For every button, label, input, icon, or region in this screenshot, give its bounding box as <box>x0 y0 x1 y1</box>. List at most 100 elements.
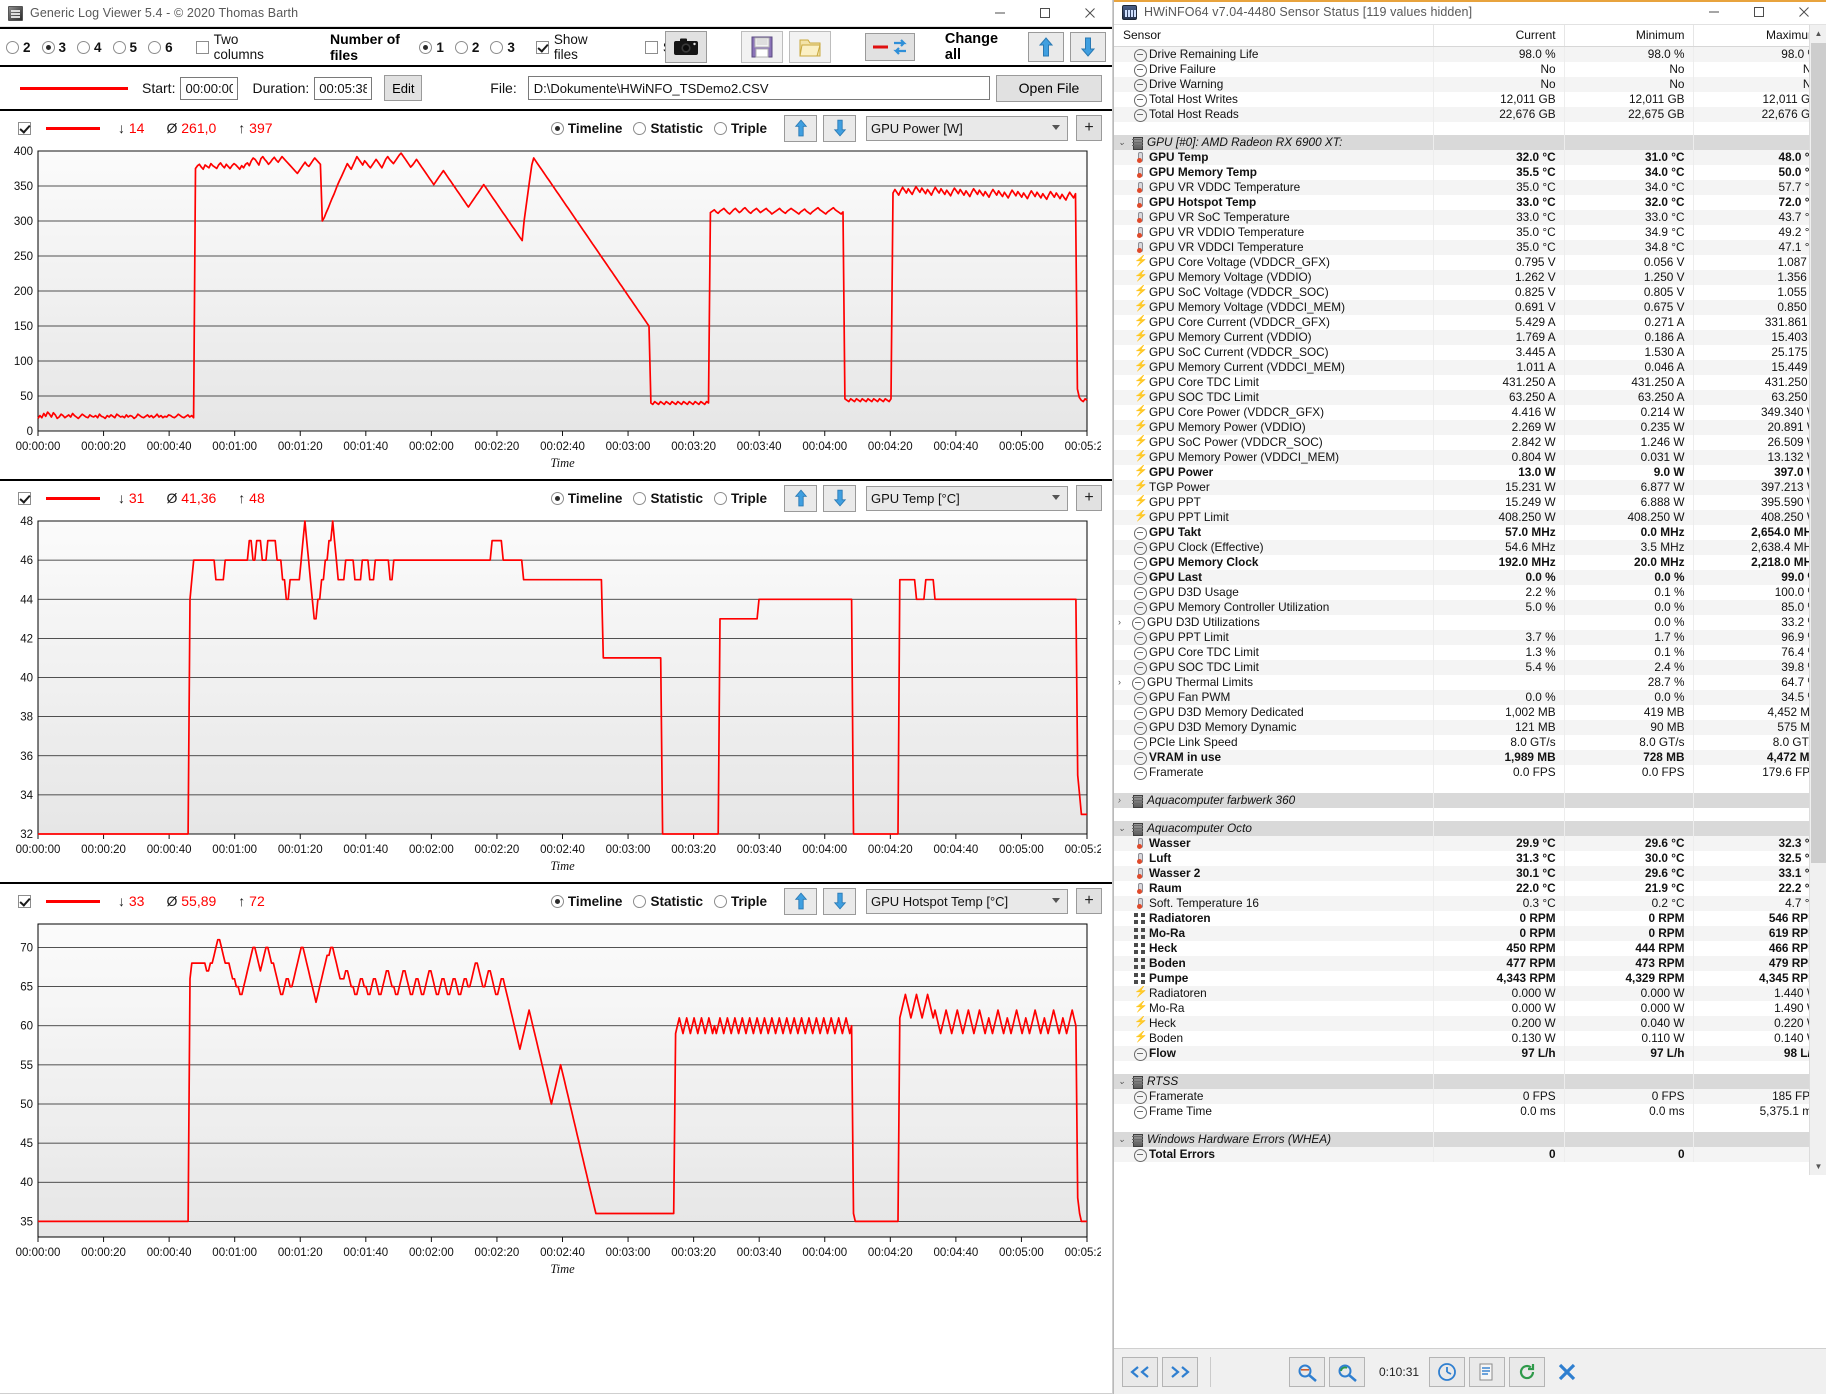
arrow-down-icon[interactable] <box>1070 32 1106 62</box>
sensor-row[interactable]: GPU Core Power (VDDCR_GFX) 4.416 W0.214 W… <box>1114 405 1826 420</box>
metric-select-1[interactable]: GPU Temp [°C] <box>866 485 1068 511</box>
move-series-down-button[interactable] <box>823 484 856 512</box>
sensor-group-name[interactable]: ⌄ GPU [#0]: AMD Radeon RX 6900 XT: <box>1114 135 1434 150</box>
sensor-name-cell[interactable]: Total Host Writes <box>1114 92 1433 107</box>
sensor-row[interactable]: Boden 477 RPM 473 RPM 479 RPM <box>1114 956 1826 971</box>
chart-plot-2[interactable]: 35 40 45 50 55 60 65 70 00:00:00 00:00:20 00:00:40… <box>0 918 1112 1285</box>
series-enable-checkbox[interactable] <box>18 491 31 505</box>
sensor-row[interactable]: GPU Hotspot Temp 33.0 °C 32.0 °C 72.0 °C <box>1114 195 1826 210</box>
sensor-row[interactable]: Total Host Reads 22,676 GB 22,675 GB 22,676… <box>1114 107 1826 122</box>
sensor-row[interactable]: Mo-Ra0.000 W0.000 W1.490 W <box>1114 1001 1826 1016</box>
sensor-row[interactable]: Mo-Ra 0 RPM 0 RPM 619 RPM <box>1114 926 1826 941</box>
file-count-option-2[interactable]: 2 <box>454 40 479 55</box>
sensor-row[interactable]: GPU Core TDC Limit431.250 A431.250 A431.… <box>1114 375 1826 390</box>
sensor-name-cell[interactable]: GPU Memory Power (VDDCI_MEM) <box>1114 450 1434 465</box>
series-enable-checkbox[interactable] <box>18 894 31 908</box>
sensor-row[interactable]: GPU Memory Temp 35.5 °C 34.0 °C 50.0 °C <box>1114 165 1826 180</box>
show-files-checkbox[interactable]: Show files <box>535 32 598 62</box>
chevron-right-icon[interactable]: › <box>1118 616 1128 629</box>
sensor-name-cell[interactable]: GPU Last <box>1114 570 1434 585</box>
sensor-name-cell[interactable]: Radiatoren <box>1114 986 1434 1001</box>
sensor-row[interactable]: GPU SoC Current (VDDCR_SOC) 3.445 A1.530 … <box>1114 345 1826 360</box>
sensor-group-row[interactable]: › Aquacomputer farbwerk 360 <box>1114 793 1826 808</box>
sensor-row[interactable]: Radiatoren 0 RPM 0 RPM 546 RPM <box>1114 911 1826 926</box>
view-mode-triple[interactable]: Triple <box>713 894 767 909</box>
sensor-name-cell[interactable]: GPU Clock (Effective) <box>1114 540 1434 555</box>
duration-input[interactable] <box>314 76 373 100</box>
sensor-row[interactable]: Heck 0.200 W0.040 W0.220 W <box>1114 1016 1826 1031</box>
sensor-row[interactable]: Drive FailureNoNoNo <box>1114 62 1826 77</box>
sensor-name-cell[interactable]: Luft <box>1114 851 1433 866</box>
open-file-button[interactable]: Open File <box>996 74 1102 102</box>
maximize-icon[interactable] <box>1022 0 1067 27</box>
sensor-group-row[interactable]: ⌄ Aquacomputer Octo <box>1114 821 1826 836</box>
sensor-name-cell[interactable]: PCIe Link Speed <box>1114 735 1433 750</box>
sensor-row[interactable]: GPU Clock (Effective) 54.6 MHz 3.5 MHz 2,63… <box>1114 540 1826 555</box>
sensor-name-cell[interactable]: GPU SoC Power (VDDCR_SOC) <box>1114 435 1433 450</box>
metric-select-0[interactable]: GPU Power [W] <box>866 115 1068 141</box>
chart-count-option-6[interactable]: 6 <box>148 40 173 55</box>
sensor-name-cell[interactable]: Wasser 2 <box>1114 866 1434 881</box>
sensor-name-cell[interactable]: GPU VR VDDC Temperature <box>1114 180 1434 195</box>
sensor-row[interactable]: GPU Power 13.0 W9.0 W397.0 W <box>1114 465 1826 480</box>
sensor-row[interactable]: Wasser 2 30.1 °C 29.6 °C 33.1 °C <box>1114 866 1826 881</box>
sensor-row[interactable]: GPU Core Current (VDDCR_GFX) 5.429 A0.271… <box>1114 315 1826 330</box>
sensor-row[interactable]: GPU SOC TDC Limit63.250 A63.250 A63.250 … <box>1114 390 1826 405</box>
sensor-row[interactable]: GPU VR VDDIO Temperature 35.0 °C 34.9 °C 49… <box>1114 225 1826 240</box>
scrollbar-thumb[interactable] <box>1811 43 1826 863</box>
move-series-down-button[interactable] <box>823 114 856 142</box>
sensor-refresh-icon[interactable] <box>1329 1356 1365 1387</box>
sensor-name-cell[interactable]: Raum <box>1114 881 1433 896</box>
sensor-row[interactable]: GPU SoC Voltage (VDDCR_SOC) 0.825 V0.805 … <box>1114 285 1826 300</box>
sensor-name-cell[interactable]: GPU Takt <box>1114 525 1433 540</box>
sensor-row[interactable]: GPU Memory Clock 192.0 MHz 20.0 MHz 2,218.0… <box>1114 555 1826 570</box>
start-input[interactable] <box>180 76 239 100</box>
sensor-row[interactable]: GPU PPT Limit 3.7 % 1.7 % 96.9 % <box>1114 630 1826 645</box>
sensor-row[interactable]: Raum 22.0 °C 21.9 °C 22.2 °C <box>1114 881 1826 896</box>
sensor-name-cell[interactable]: Boden <box>1114 956 1434 971</box>
sensor-name-cell[interactable]: › GPU D3D Utilizations <box>1114 615 1433 630</box>
sensor-name-cell[interactable]: GPU Memory Power (VDDIO) <box>1114 420 1434 435</box>
maximize-icon[interactable] <box>1736 0 1781 26</box>
series-enable-checkbox[interactable] <box>18 121 31 135</box>
add-series-button[interactable]: + <box>1076 115 1102 141</box>
chevron-down-icon[interactable]: ⌄ <box>1118 1133 1128 1146</box>
sensor-row[interactable]: › GPU Thermal Limits 28.7 % 64.7 % <box>1114 675 1826 690</box>
close-icon[interactable] <box>1781 0 1826 26</box>
chevron-down-icon[interactable]: ⌄ <box>1118 822 1128 835</box>
sensor-name-cell[interactable]: VRAM in use <box>1114 750 1434 765</box>
chart-count-option-2[interactable]: 2 <box>6 40 31 55</box>
sensor-name-cell[interactable]: Radiatoren <box>1114 911 1433 926</box>
sensor-name-cell[interactable]: Boden <box>1114 1031 1433 1046</box>
sensor-row[interactable]: GPU Memory Voltage (VDDCI_MEM) 0.691 V0.6… <box>1114 300 1826 315</box>
scroll-up-icon[interactable]: ▲ <box>1810 25 1826 42</box>
sensor-row[interactable]: GPU Core TDC Limit 1.3 % 0.1 % 76.4 % <box>1114 645 1826 660</box>
add-series-button[interactable]: + <box>1076 485 1102 511</box>
sensor-name-cell[interactable]: Heck <box>1114 941 1433 956</box>
move-series-up-button[interactable] <box>784 114 817 142</box>
minimize-icon[interactable] <box>977 0 1022 27</box>
sensor-row[interactable]: GPU Memory Power (VDDCI_MEM) 0.804 W0.031… <box>1114 450 1826 465</box>
sensor-row[interactable]: GPU Memory Voltage (VDDIO) 1.262 V1.250 V… <box>1114 270 1826 285</box>
chart-plot-1[interactable]: 32 34 36 38 40 42 44 46 48 00:00:00 00:00:20 00:00:… <box>0 515 1112 882</box>
sensor-group-name[interactable]: ⌄ RTSS <box>1114 1074 1434 1089</box>
sensor-name-cell[interactable]: GPU VR VDDIO Temperature <box>1114 225 1433 240</box>
sensor-name-cell[interactable]: Pumpe <box>1114 971 1433 986</box>
sensor-name-cell[interactable]: GPU Memory Controller Utilization <box>1114 600 1434 615</box>
camera-icon[interactable] <box>664 31 707 63</box>
sensor-name-cell[interactable]: GPU Core TDC Limit <box>1114 375 1433 390</box>
sensor-row[interactable]: Total Host Writes 12,011 GB 12,011 GB 12,01… <box>1114 92 1826 107</box>
sensor-row[interactable]: VRAM in use 1,989 MB 728 MB 4,472 MB <box>1114 750 1826 765</box>
sensor-row[interactable]: Total Errors000 <box>1114 1147 1826 1162</box>
sensor-name-cell[interactable]: GPU VR VDDCI Temperature <box>1114 240 1434 255</box>
sensor-row[interactable]: GPU D3D Usage 2.2 % 0.1 % 100.0 % <box>1114 585 1826 600</box>
column-header-minimum[interactable]: Minimum <box>1563 25 1693 47</box>
close-icon[interactable] <box>1067 0 1112 27</box>
sensor-name-cell[interactable]: GPU Power <box>1114 465 1433 480</box>
move-series-up-button[interactable] <box>784 887 817 915</box>
file-count-option-3[interactable]: 3 <box>490 40 515 55</box>
sensor-name-cell[interactable]: Mo-Ra <box>1114 926 1434 941</box>
sensor-name-cell[interactable]: GPU PPT <box>1114 495 1433 510</box>
sensor-name-cell[interactable]: Soft. Temperature 16 <box>1114 896 1434 911</box>
chevron-down-icon[interactable]: ⌄ <box>1118 136 1128 149</box>
